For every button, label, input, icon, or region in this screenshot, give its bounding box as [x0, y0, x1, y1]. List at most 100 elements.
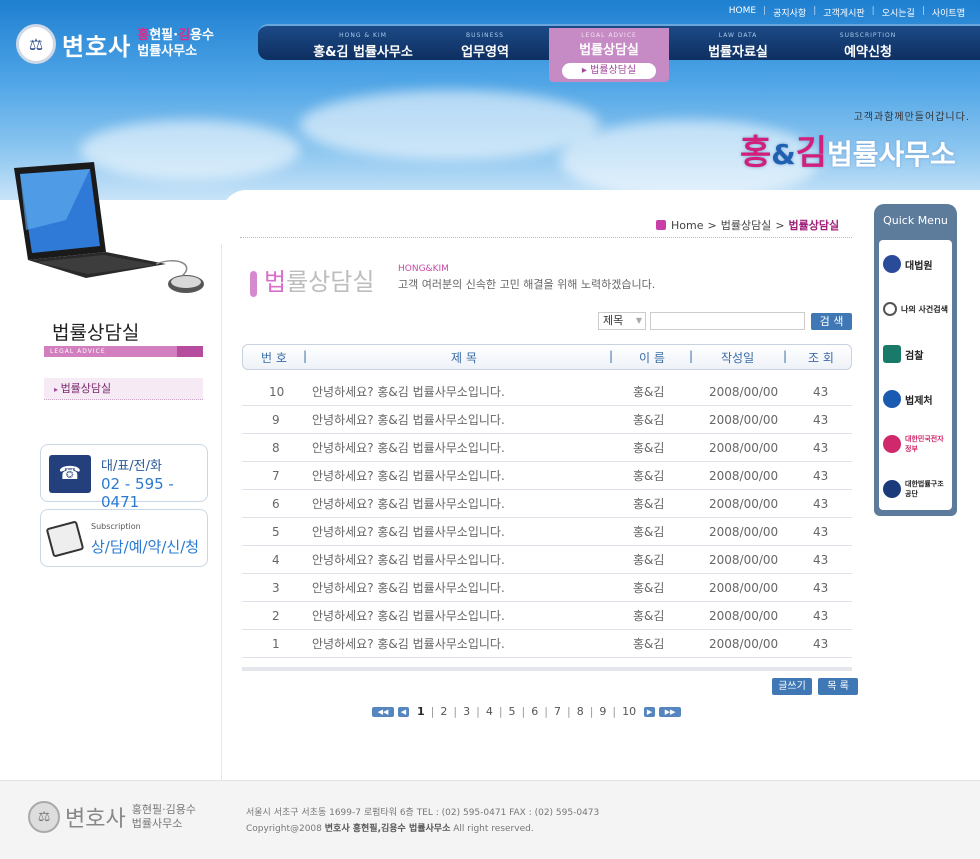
quick-link-case-search[interactable]: 나의 사건검색	[883, 295, 949, 323]
footer: ⚖ 변호사 홍현필·김용수 법률사무소 서울시 서초구 서초동 1699-7 로…	[0, 780, 980, 859]
nav-item-legal-advice[interactable]: LEGAL ADVICE 법률상담실 ▸ 법률상담실	[549, 28, 669, 82]
nav-item-label: 예약신청	[844, 45, 892, 60]
sidebar-item-label: 법률상담실	[60, 382, 112, 395]
page-link[interactable]: 3	[457, 705, 476, 718]
first-page-icon[interactable]: ◀◀	[372, 706, 394, 717]
page-link[interactable]: 4	[480, 705, 499, 718]
breadcrumb-mid[interactable]: 법률상담실	[721, 217, 772, 233]
logo-lawyer-names: 홍현필·김용수	[137, 28, 214, 43]
table-row[interactable]: 3 안녕하세요? 홍&김 법률사무소입니다. 홍&김 2008/00/00 43	[242, 574, 852, 602]
quick-link-label: 대한민국전자정부	[905, 435, 944, 453]
page-link[interactable]: 1	[411, 705, 431, 718]
quick-link-legal-aid[interactable]: 대한법률구조공단	[883, 475, 949, 503]
nav-item-label: 홍&김 법률사무소	[313, 45, 413, 60]
page-link[interactable]: 5	[503, 705, 522, 718]
prev-page-icon[interactable]: ◀	[398, 706, 409, 717]
page-link[interactable]: 2	[434, 705, 453, 718]
cloud-decoration	[300, 90, 600, 160]
legal-aid-icon	[883, 480, 901, 498]
sidebar-item-legal-advice[interactable]: ▸ 법률상담실	[44, 378, 203, 400]
table-body: 10 안녕하세요? 홍&김 법률사무소입니다. 홍&김 2008/00/00 43 9안…	[242, 378, 852, 658]
nav-item-en: SUBSCRIPTION	[839, 32, 897, 39]
table-row[interactable]: 7 안녕하세요? 홍&김 법률사무소입니다. 홍&김 2008/00/00 43	[242, 462, 852, 490]
quick-link-label: 검찰	[905, 350, 924, 362]
table-row[interactable]: 8 안녕하세요? 홍&김 법률사무소입니다. 홍&김 2008/00/00 43	[242, 434, 852, 462]
top-link-home[interactable]: HOME	[722, 6, 763, 19]
table-row[interactable]: 5 안녕하세요? 홍&김 법률사무소입니다. 홍&김 2008/00/00 43	[242, 518, 852, 546]
nav-item-hongkim[interactable]: HONG & KIM 홍&김 법률사무소	[298, 26, 428, 62]
table-row[interactable]: 10 안녕하세요? 홍&김 법률사무소입니다. 홍&김 2008/00/00 43	[242, 378, 852, 406]
breadcrumb-home[interactable]: Home	[671, 219, 703, 232]
search-input[interactable]	[650, 312, 805, 330]
nav-item-label: 업무영역	[461, 45, 509, 60]
header-title: 제 목	[451, 351, 477, 365]
page-description: 고객 여러분의 신속한 고민 해결을 위해 노력하겠습니다.	[398, 278, 656, 291]
sidebar-subtitle-bar: LEGAL ADVICE	[44, 346, 203, 357]
quick-menu-title: Quick Menu	[883, 214, 948, 227]
page-link[interactable]: 8	[571, 705, 590, 718]
list-button[interactable]: 목 록	[818, 678, 858, 695]
footer-logo-main: 변호사	[65, 807, 126, 832]
address-line: 서울시 서초구 서초동 1699-7 로펌타워 6층 TEL : (02) 59…	[246, 808, 600, 818]
search-button[interactable]: 검 색	[811, 312, 852, 330]
quick-menu-list: 대법원 나의 사건검색 검찰 법제처 대한민국전자정부 대한법률구조공단	[879, 240, 952, 510]
top-link-sitemap[interactable]: 사이트맵	[925, 6, 972, 19]
nav-item-business[interactable]: BUSINESS 업무영역	[450, 26, 520, 62]
table-row[interactable]: 9 안녕하세요? 홍&김 법률사무소입니다. 홍&김 2008/00/00 43	[242, 406, 852, 434]
next-page-icon[interactable]: ▶	[644, 706, 656, 717]
quick-link-supreme-court[interactable]: 대법원	[883, 250, 949, 278]
write-button[interactable]: 글쓰기	[772, 678, 812, 695]
logo-sub: 법률사무소	[137, 44, 198, 59]
table-row[interactable]: 1 안녕하세요? 홍&김 법률사무소입니다. 홍&김 2008/00/00 43	[242, 630, 852, 658]
table-row[interactable]: 2 안녕하세요? 홍&김 법률사무소입니다. 홍&김 2008/00/00 43	[242, 602, 852, 630]
quick-link-label: 나의 사건검색	[901, 304, 948, 314]
page-link[interactable]: 10	[616, 705, 642, 718]
slogan: 고객과함께만들어갑니다. 홍&김법률사무소	[740, 108, 970, 174]
phone-label: 대/표/전/화	[101, 459, 162, 474]
logo-names: 홍현필·김용수 법률사무소	[137, 28, 214, 60]
nav-item-en: HONG & KIM	[339, 32, 387, 39]
search-bar: 제목 검 색	[598, 312, 852, 330]
footer-sub: 법률사무소	[131, 817, 183, 830]
site-logo[interactable]: ⚖ 변호사 홍현필·김용수 법률사무소	[16, 24, 214, 64]
table-footer-line	[242, 667, 852, 671]
nav-item-lawdata[interactable]: LAW DATA 법률자료실	[698, 26, 778, 62]
footer-address: 서울시 서초구 서초동 1699-7 로펌타워 6층 TEL : (02) 59…	[246, 805, 599, 837]
nav-item-subscription[interactable]: SUBSCRIPTION 예약신청	[828, 26, 908, 62]
top-links: HOME | 공지사항 | 고객게시판 | 오시는길 | 사이트맵	[722, 6, 972, 19]
nav-item-en: LAW DATA	[718, 32, 758, 39]
quick-link-egov[interactable]: 대한민국전자정부	[883, 430, 949, 458]
pagination: ◀◀ ◀ 1 | 2 | 3 | 4 | 5 | 6 | 7 | 8 | 9 | 10 ▶ ▶▶	[370, 705, 683, 718]
page-link[interactable]: 7	[548, 705, 567, 718]
logo-main-text: 변호사	[62, 32, 132, 61]
top-link-directions[interactable]: 오시는길	[875, 6, 922, 19]
footer-names: 홍현필·김용수	[131, 803, 196, 816]
nav-item-en: LEGAL ADVICE	[581, 32, 637, 39]
nav-submenu-legal-advice[interactable]: ▸ 법률상담실	[562, 63, 656, 79]
phone-box[interactable]: ☎ 대/표/전/화 02 - 595 - 0471	[40, 444, 208, 511]
table-row[interactable]: 6 안녕하세요? 홍&김 법률사무소입니다. 홍&김 2008/00/00 43	[242, 490, 852, 518]
table-row[interactable]: 4 안녕하세요? 홍&김 법률사무소입니다. 홍&김 2008/00/00 43	[242, 546, 852, 574]
header-date: 작성일	[721, 351, 755, 365]
legislation-icon	[883, 390, 901, 408]
prosecution-icon	[883, 345, 901, 363]
quick-link-prosecution[interactable]: 검찰	[883, 340, 949, 368]
quick-link-legislation[interactable]: 법제처	[883, 385, 949, 413]
magnifier-icon	[883, 302, 897, 316]
slogan-small: 고객과함께만들어갑니다.	[853, 112, 970, 123]
nav-item-label: 법률자료실	[708, 45, 768, 60]
top-link-notice[interactable]: 공지사항	[766, 6, 813, 19]
nav-item-en: BUSINESS	[466, 32, 504, 39]
phone-number: 02 - 595 - 0471	[101, 475, 174, 511]
board-buttons: 글쓰기 목 록	[766, 678, 858, 695]
search-field-select[interactable]: 제목	[598, 312, 646, 330]
page-link[interactable]: 6	[525, 705, 544, 718]
laptop-image	[14, 162, 204, 293]
reservation-box[interactable]: Subscription 상/담/예/약/신/청	[40, 509, 208, 567]
last-page-icon[interactable]: ▶▶	[659, 706, 682, 717]
quick-link-label: 대한법률구조공단	[905, 480, 944, 498]
title-bullet-icon	[250, 271, 257, 297]
page-link[interactable]: 9	[593, 705, 612, 718]
top-link-board[interactable]: 고객게시판	[816, 6, 871, 19]
page-subtitle: HONG&KIM 고객 여러분의 신속한 고민 해결을 위해 노력하겠습니다.	[398, 264, 655, 292]
